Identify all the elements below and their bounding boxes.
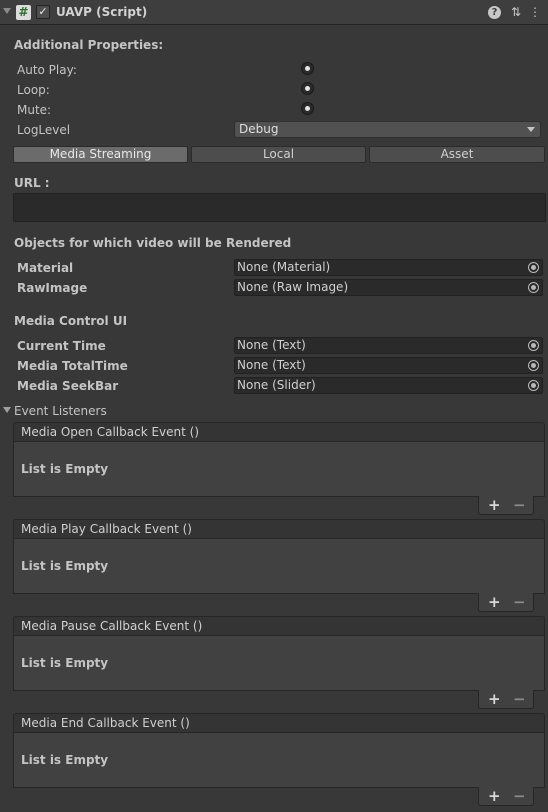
additional-properties-heading: Additional Properties: [14,38,164,52]
tab-local[interactable]: Local [191,146,366,163]
enabled-checkbox[interactable]: ✓ [36,5,50,19]
log-level-dropdown[interactable]: Debug [234,121,541,138]
remove-listener-button[interactable]: − [513,593,526,611]
event-header-end: Media End Callback Event () [13,713,545,732]
rawimage-label: RawImage [17,281,88,295]
seekbar-field[interactable]: None (Slider) [234,377,543,394]
total-time-label: Media TotalTime [17,359,128,373]
current-time-value: None (Text) [237,338,306,352]
help-icon[interactable]: ? [488,6,501,19]
chevron-down-icon [527,127,535,132]
list-empty-label: List is Empty [21,656,109,670]
component-title: UAVP (Script) [56,5,148,19]
mute-label: Mute: [17,103,52,117]
remove-listener-button[interactable]: − [513,496,526,514]
presets-icon[interactable]: ⇅ [509,5,523,19]
auto-play-toggle[interactable] [301,62,314,75]
add-listener-button[interactable]: + [488,690,501,708]
total-time-field[interactable]: None (Text) [234,357,543,374]
rawimage-field[interactable]: None (Raw Image) [234,279,543,296]
material-value: None (Material) [237,260,331,274]
event-header-play: Media Play Callback Event () [13,519,545,538]
seekbar-label: Media SeekBar [17,379,119,393]
material-field[interactable]: None (Material) [234,259,543,276]
media-control-heading: Media Control UI [14,314,128,328]
url-input[interactable] [13,193,546,222]
render-targets-heading: Objects for which video will be Rendered [14,236,292,250]
total-time-value: None (Text) [237,358,306,372]
loop-toggle[interactable] [301,82,314,95]
event-list-footer: + − [478,496,534,515]
event-header-pause: Media Pause Callback Event () [13,616,545,635]
event-listeners-heading[interactable]: Event Listeners [14,404,107,418]
object-picker-icon[interactable] [528,282,539,293]
event-list-footer: + − [478,787,534,806]
object-picker-icon[interactable] [528,340,539,351]
component-header: # ✓ UAVP (Script) ? ⇅ ⋮ [0,0,548,25]
event-list-footer: + − [478,690,534,709]
log-level-label: LogLevel [17,123,71,137]
log-level-value: Debug [239,122,279,136]
remove-listener-button[interactable]: − [513,787,526,805]
object-picker-icon[interactable] [528,380,539,391]
foldout-arrow-icon[interactable] [3,8,11,14]
rawimage-value: None (Raw Image) [237,280,349,294]
event-header-open: Media Open Callback Event () [13,422,545,441]
current-time-label: Current Time [17,339,106,353]
add-listener-button[interactable]: + [488,787,501,805]
object-picker-icon[interactable] [528,360,539,371]
list-empty-label: List is Empty [21,753,109,767]
context-menu-icon[interactable]: ⋮ [528,5,542,19]
seekbar-value: None (Slider) [237,378,316,392]
mute-toggle[interactable] [301,102,314,115]
url-label: URL : [14,176,50,190]
tab-asset[interactable]: Asset [369,146,545,163]
add-listener-button[interactable]: + [488,593,501,611]
list-empty-label: List is Empty [21,462,109,476]
remove-listener-button[interactable]: − [513,690,526,708]
current-time-field[interactable]: None (Text) [234,337,543,354]
tab-media-streaming[interactable]: Media Streaming [13,146,188,163]
material-label: Material [17,261,74,275]
event-listeners-foldout-icon[interactable] [3,407,11,413]
loop-label: Loop: [17,83,50,97]
script-icon: # [16,5,31,20]
add-listener-button[interactable]: + [488,496,501,514]
object-picker-icon[interactable] [528,262,539,273]
event-list-footer: + − [478,593,534,612]
list-empty-label: List is Empty [21,559,109,573]
auto-play-label: Auto Play: [17,63,77,77]
